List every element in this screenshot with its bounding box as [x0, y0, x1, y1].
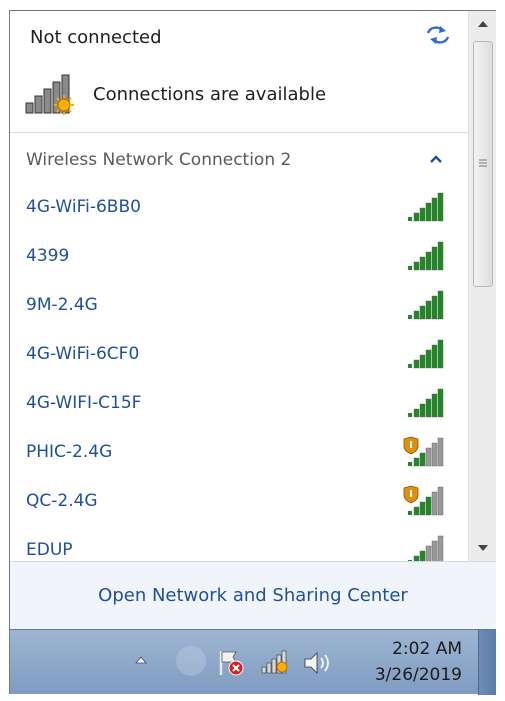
network-name: 4G-WiFi-6CF0: [26, 344, 140, 364]
action-center-flag-icon[interactable]: [216, 648, 246, 678]
arrow-up-icon: [478, 21, 488, 27]
network-item[interactable]: 4399: [10, 232, 468, 281]
network-item[interactable]: 9M-2.4G: [10, 281, 468, 330]
blank-tray-icon: [176, 646, 206, 676]
network-list: 4G-WiFi-6BB0 4399 9M-2.4G 4G-WiFi-6CF0 4G-WI…: [10, 183, 468, 561]
wireless-section-title: Wireless Network Connection 2: [26, 150, 292, 170]
show-desktop-button[interactable]: [478, 630, 496, 695]
flyout-footer: Open Network and Sharing Center: [10, 561, 496, 629]
grip-icon: [479, 159, 487, 167]
network-name: 4G-WIFI-C15F: [26, 393, 142, 413]
network-name: EDUP: [26, 540, 73, 560]
signal-strength-icon: [408, 192, 444, 222]
network-flyout: Not connected Connections are available …: [9, 10, 496, 695]
network-name: PHIC-2.4G: [26, 442, 113, 462]
network-tray-icon[interactable]: [260, 650, 290, 676]
connection-status-title: Not connected: [30, 27, 162, 48]
secured-signal-icon: [403, 485, 444, 516]
divider: [10, 132, 468, 133]
network-name: 4399: [26, 246, 70, 266]
speaker-icon[interactable]: [302, 650, 334, 676]
show-hidden-icons-icon[interactable]: [134, 654, 148, 666]
network-item[interactable]: QC-2.4G: [10, 477, 468, 526]
clock-date: 3/26/2019: [374, 665, 462, 685]
wireless-section-header[interactable]: Wireless Network Connection 2: [10, 139, 468, 181]
signal-strength-icon: [408, 339, 444, 369]
chevron-up-icon[interactable]: [428, 151, 444, 167]
network-name: 4G-WiFi-6BB0: [26, 197, 141, 217]
signal-strength-icon: [408, 388, 444, 418]
scroll-down-button[interactable]: [469, 537, 497, 559]
refresh-icon: [426, 26, 450, 44]
network-item[interactable]: EDUP: [10, 526, 468, 561]
refresh-button[interactable]: [424, 22, 452, 48]
network-item[interactable]: 4G-WIFI-C15F: [10, 379, 468, 428]
signal-strength-icon: [408, 241, 444, 271]
network-flyout-content: Not connected Connections are available …: [10, 11, 468, 561]
scroll-thumb[interactable]: [473, 41, 493, 287]
taskbar: 2:02 AM 3/26/2019: [10, 629, 496, 695]
network-item[interactable]: PHIC-2.4G: [10, 428, 468, 477]
clock-time: 2:02 AM: [392, 639, 462, 659]
signal-available-icon: [25, 74, 74, 115]
network-item[interactable]: 4G-WiFi-6BB0: [10, 183, 468, 232]
connections-available-text: Connections are available: [93, 83, 327, 105]
connections-available-row: Connections are available: [25, 71, 326, 117]
signal-strength-icon: [408, 290, 444, 320]
arrow-down-icon: [478, 545, 488, 551]
secured-signal-icon: [403, 436, 444, 467]
open-network-sharing-center-link[interactable]: Open Network and Sharing Center: [98, 585, 408, 606]
network-name: QC-2.4G: [26, 491, 98, 511]
network-item[interactable]: 4G-WiFi-6CF0: [10, 330, 468, 379]
scroll-up-button[interactable]: [469, 13, 497, 35]
scrollbar[interactable]: [468, 11, 496, 561]
network-name: 9M-2.4G: [26, 295, 98, 315]
taskbar-clock[interactable]: 2:02 AM 3/26/2019: [356, 636, 462, 688]
signal-strength-icon: [408, 535, 444, 561]
